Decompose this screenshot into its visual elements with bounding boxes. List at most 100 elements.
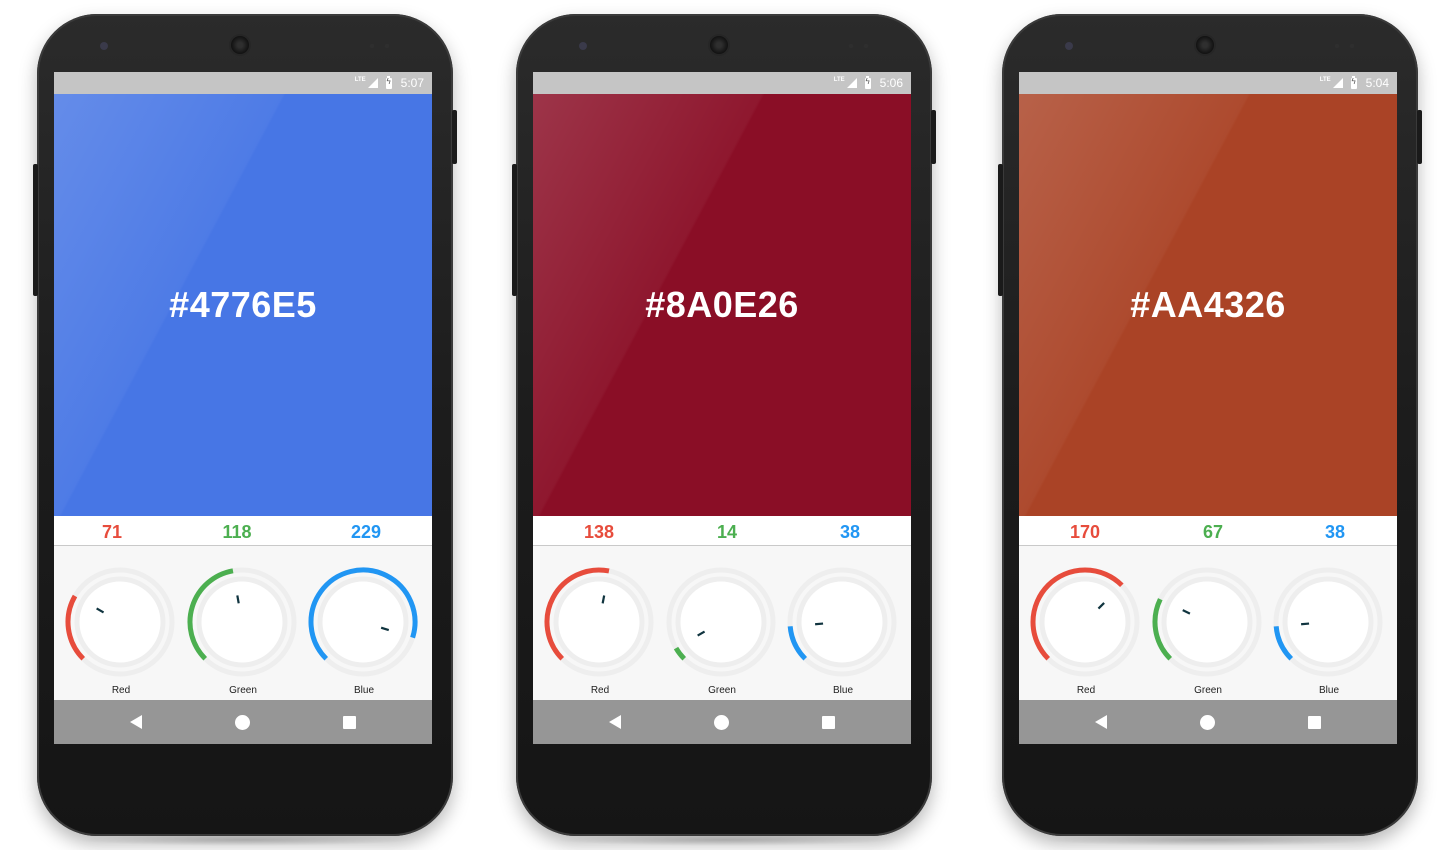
phone-frame-1: LTE 5:07 #4776E5 71 118 229 Red Green Bl… [33, 14, 457, 846]
knob-pointer [236, 595, 240, 604]
status-bar: LTE 5:04 [1019, 72, 1397, 94]
phone-frame-3: LTE 5:04 #AA4326 170 67 38 Red Green Blu… [998, 14, 1422, 846]
knob-dial [308, 567, 418, 677]
back-icon[interactable] [130, 715, 142, 729]
blue-knob[interactable] [784, 564, 900, 680]
blue-knob-label: Blue [832, 685, 853, 696]
status-time: 5:07 [400, 76, 424, 90]
blue-knob[interactable] [1270, 564, 1386, 680]
red-value: 170 [1069, 522, 1101, 542]
red-knob-label: Red [590, 685, 610, 696]
front-camera [579, 42, 587, 50]
knobs-panel: Red Green Blue [533, 546, 911, 700]
volume-button [33, 164, 38, 296]
knob-dial [787, 567, 897, 677]
knob-body [553, 576, 645, 668]
channel-values-row: 170 67 38 [1019, 516, 1397, 546]
knob-body [317, 576, 409, 668]
signal-icon [846, 78, 857, 88]
lte-icon: LTE [354, 77, 366, 83]
green-knob[interactable] [1149, 564, 1265, 680]
phone-shadow [556, 834, 892, 846]
recents-icon[interactable] [343, 716, 356, 729]
blue-value: 38 [839, 522, 861, 542]
power-button [1417, 110, 1422, 164]
red-knob[interactable] [1027, 564, 1143, 680]
channel-values-row: 138 14 38 [533, 516, 911, 546]
knob-pointer [601, 595, 606, 604]
green-knob-label: Green [229, 685, 257, 696]
phone-shadow [1042, 834, 1378, 846]
blue-knob-label: Blue [1318, 685, 1339, 696]
knob-dial [1030, 567, 1140, 677]
knob-dial [1273, 567, 1383, 677]
home-icon[interactable] [1200, 715, 1215, 730]
recents-icon[interactable] [1308, 716, 1321, 729]
red-knob[interactable] [62, 564, 178, 680]
blue-knob[interactable] [305, 564, 421, 680]
red-value: 138 [583, 522, 615, 542]
proximity-sensors [369, 44, 391, 48]
green-value: 67 [1202, 522, 1224, 542]
green-knob[interactable] [663, 564, 779, 680]
blue-knob-label: Blue [353, 685, 374, 696]
back-icon[interactable] [1095, 715, 1107, 729]
green-knob[interactable] [184, 564, 300, 680]
home-icon[interactable] [714, 715, 729, 730]
green-knob-label: Green [1194, 685, 1222, 696]
knob-dial [1152, 567, 1262, 677]
status-bar: LTE 5:06 [533, 72, 911, 94]
status-bar: LTE 5:07 [54, 72, 432, 94]
signal-icon [367, 78, 378, 88]
earpiece [231, 36, 249, 54]
status-time: 5:06 [879, 76, 903, 90]
screen: LTE 5:06 #8A0E26 138 14 38 Red Green Blu… [533, 72, 911, 744]
battery-charging-icon [1350, 75, 1357, 89]
knob-body [1161, 576, 1253, 668]
battery-charging-icon [864, 75, 871, 89]
phone-frame-2: LTE 5:06 #8A0E26 138 14 38 Red Green Blu… [512, 14, 936, 846]
front-camera [100, 42, 108, 50]
back-icon[interactable] [609, 715, 621, 729]
navigation-bar [1019, 700, 1397, 744]
blue-value: 38 [1324, 522, 1346, 542]
knob-dial [666, 567, 776, 677]
volume-button [998, 164, 1003, 296]
red-knob-label: Red [1076, 685, 1096, 696]
signal-icon [1332, 78, 1343, 88]
hex-color-text: #4776E5 [169, 284, 317, 325]
green-value: 14 [716, 522, 738, 542]
knob-body [196, 576, 288, 668]
knob-pointer [1301, 622, 1310, 626]
red-knob[interactable] [541, 564, 657, 680]
knob-progress-arc [673, 646, 687, 661]
hex-color-text: #AA4326 [1130, 284, 1286, 325]
knob-pointer [815, 622, 824, 626]
knob-body [675, 576, 767, 668]
power-button [452, 110, 457, 164]
knob-dial [187, 567, 297, 677]
knobs-panel: Red Green Blue [54, 546, 432, 700]
navigation-bar [533, 700, 911, 744]
knob-dial [65, 567, 175, 677]
hex-color-text: #8A0E26 [645, 284, 799, 325]
proximity-sensors [1334, 44, 1356, 48]
knob-body [1282, 576, 1374, 668]
lte-icon: LTE [833, 77, 845, 83]
knob-dial [544, 567, 654, 677]
color-preview: #8A0E26 [533, 94, 911, 516]
power-button [931, 110, 936, 164]
knobs-panel: Red Green Blue [1019, 546, 1397, 700]
blue-value: 229 [350, 522, 382, 542]
knob-body [796, 576, 888, 668]
lte-icon: LTE [1319, 77, 1331, 83]
home-icon[interactable] [235, 715, 250, 730]
green-value: 118 [222, 522, 252, 542]
channel-values-row: 71 118 229 [54, 516, 432, 546]
recents-icon[interactable] [822, 716, 835, 729]
status-time: 5:04 [1365, 76, 1389, 90]
front-camera [1065, 42, 1073, 50]
green-knob-label: Green [708, 685, 736, 696]
color-preview: #4776E5 [54, 94, 432, 516]
red-value: 71 [101, 522, 123, 542]
